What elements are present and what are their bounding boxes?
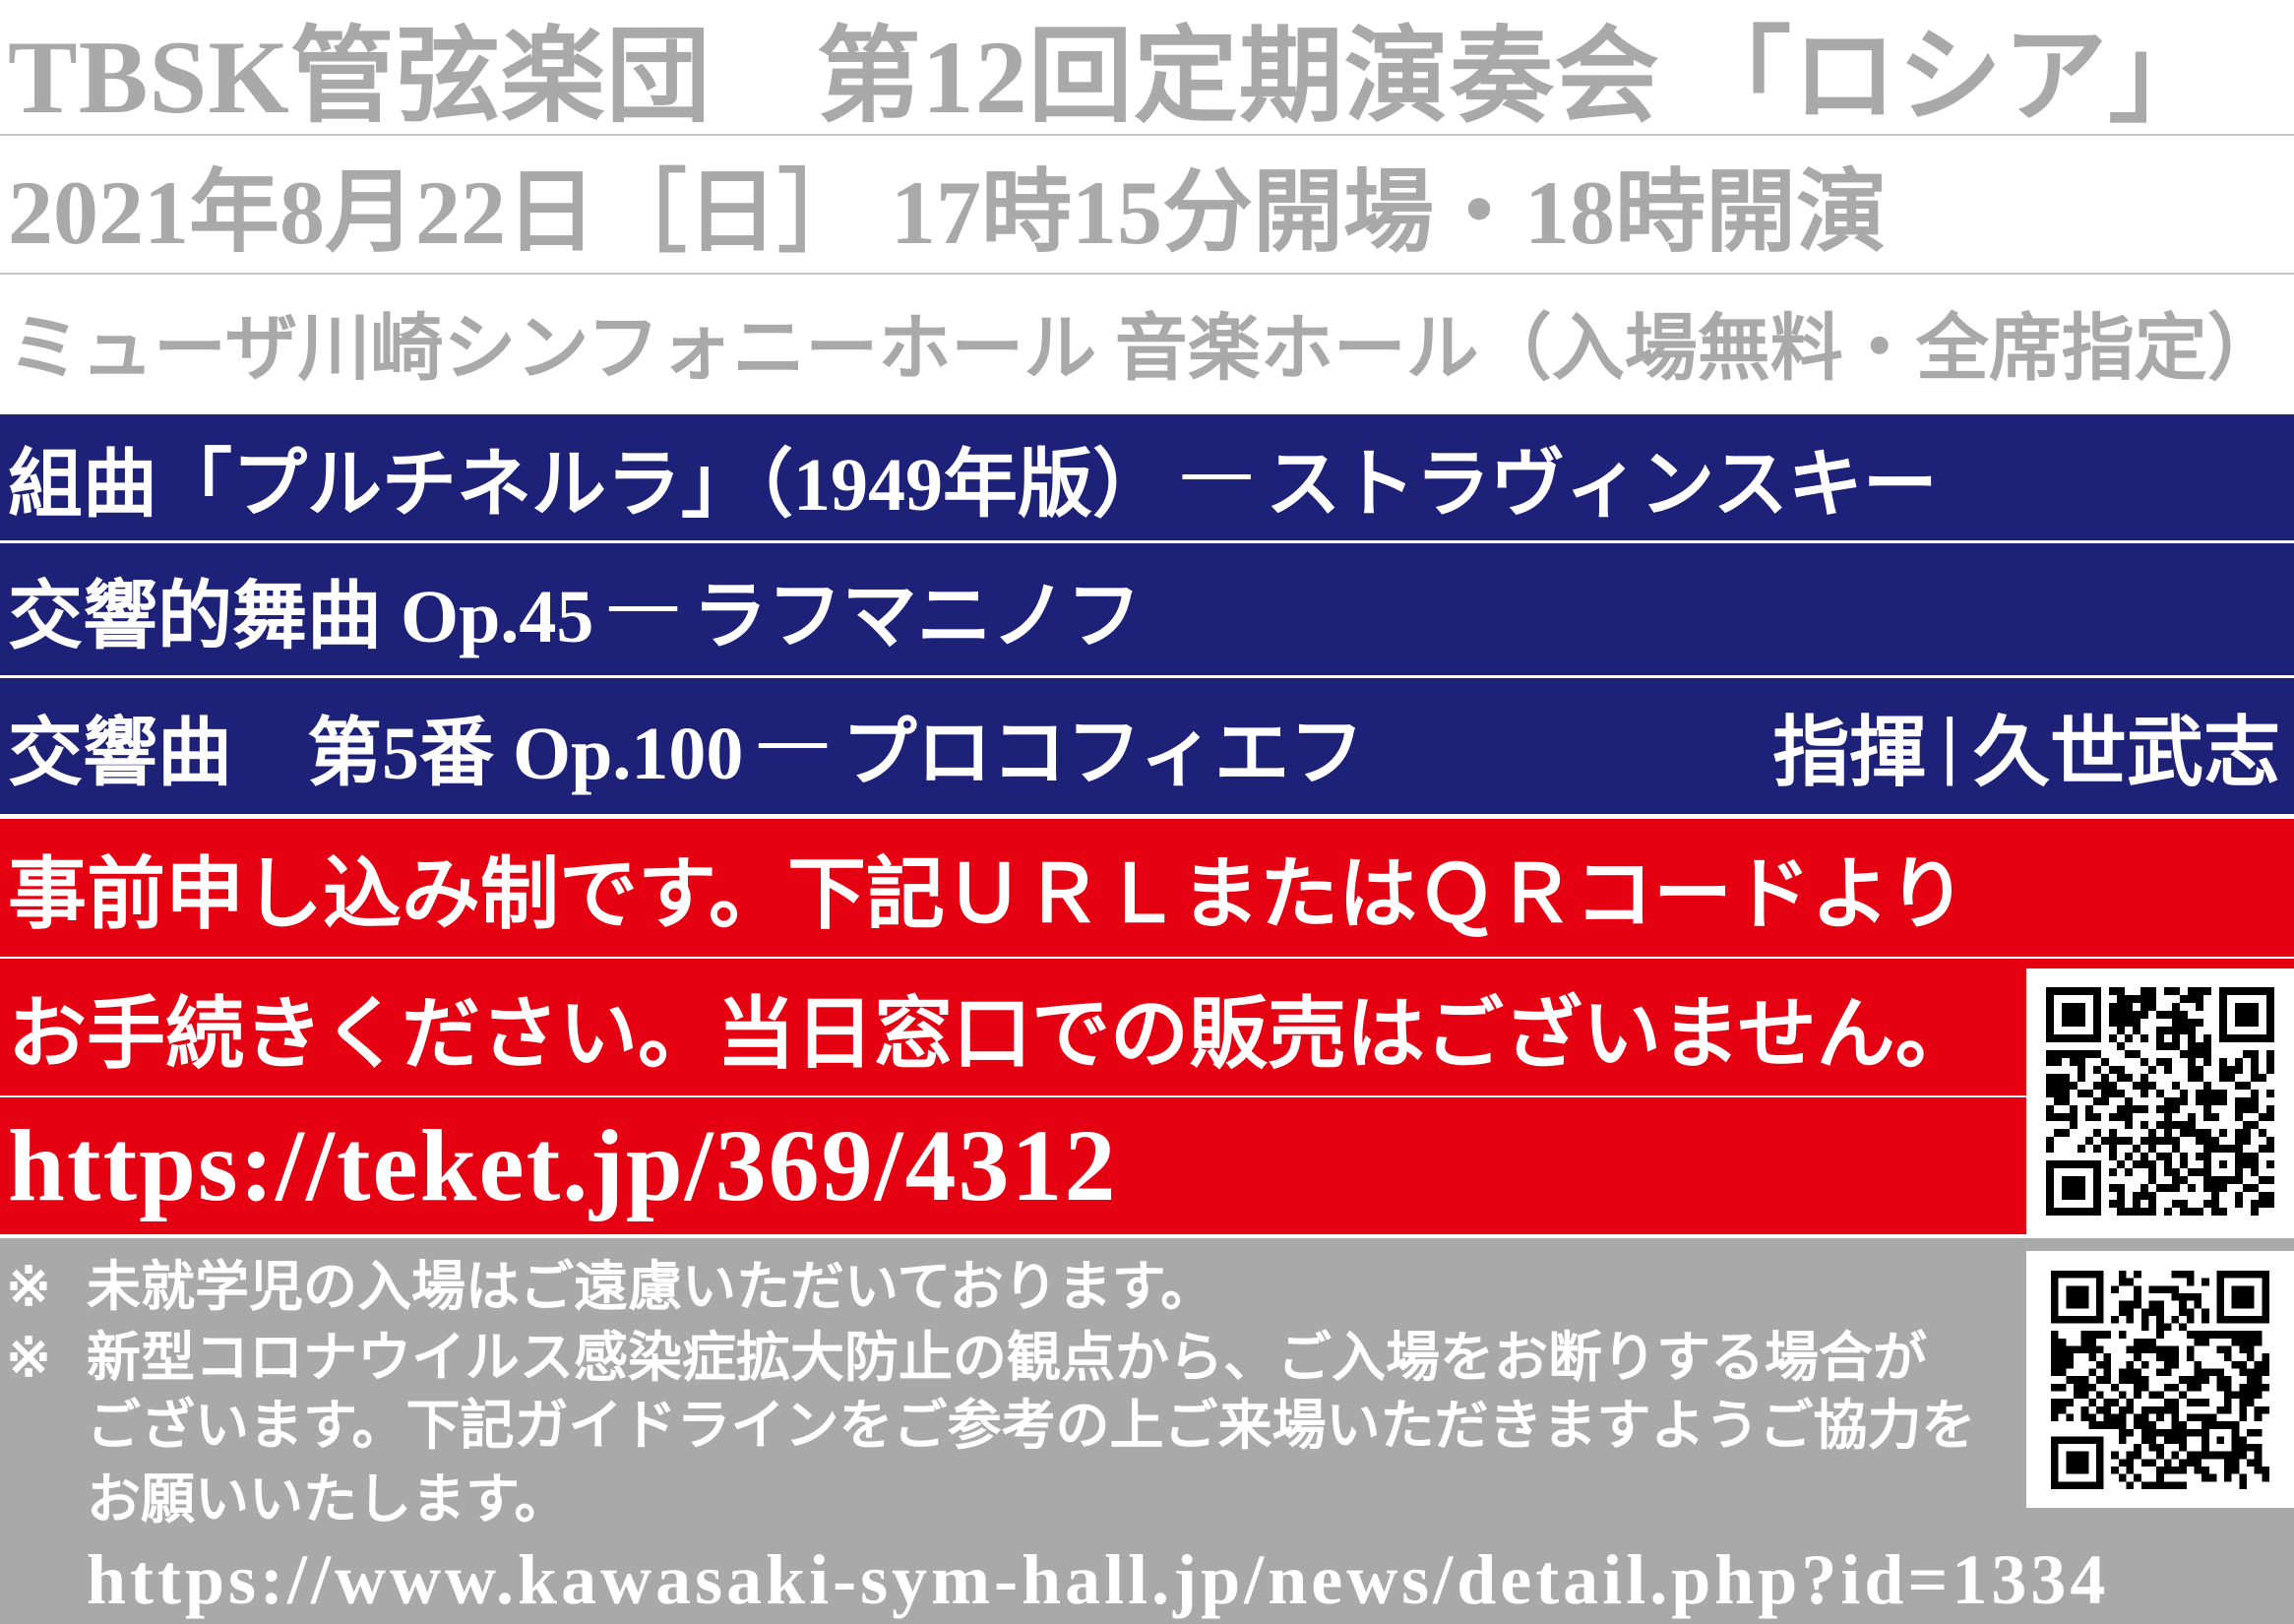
program-row: 交響的舞曲 Op.45 ── ラフマニノフ: [0, 543, 2294, 675]
note-item: ※ 未就学児の入場はご遠慮いただいております。: [6, 1252, 2018, 1323]
note-text: ございます。下記ガイドラインをご参考の上ご来場いただきますようご協力を: [87, 1396, 1976, 1456]
ticket-notice-text: お手続きください。当日窓口での販売はございません。: [8, 991, 1974, 1079]
program-row: 組曲「プルチネルラ」（1949年版） ── ストラヴィンスキー: [0, 414, 2294, 540]
note-text: 未就学児の入場はご遠慮いただいております。: [87, 1257, 1215, 1317]
note-continuation: ございます。下記ガイドラインをご参考の上ご来場いただきますようご協力を: [6, 1391, 2018, 1462]
work-title: 交響曲 第5番 Op.100: [8, 713, 744, 795]
work-title: 交響的舞曲 Op.45: [8, 576, 594, 658]
conductor-label: 指揮: [1772, 710, 1927, 795]
concert-title: TBSK管弦楽団 第12回定期演奏会 「ロシア」: [8, 20, 2214, 134]
qr-modules: [2051, 1271, 2269, 1489]
concert-datetime: 2021年8月22日［日］ 17時15分開場・18時開演: [8, 162, 1887, 263]
conductor-name: 久世武志: [1972, 710, 2280, 795]
note-text: お願いいたします。: [87, 1469, 569, 1530]
concert-venue: ミューザ川崎シンフォニーホール 音楽ホール（入場無料・全席指定）: [8, 309, 2280, 390]
ticket-notice-line: 事前申し込み制です。下記ＵＲＬまたはＱＲコードより: [0, 819, 2294, 957]
ticket-url: https://teket.jp/369/4312: [8, 1109, 1118, 1222]
guideline-qr-box: [2026, 1251, 2294, 1508]
note-text: 新型コロナウイルス感染症拡大防止の観点から、ご入場をお断りする場合が: [87, 1328, 1928, 1388]
note-item: ※ 新型コロナウイルス感染症拡大防止の観点から、ご入場をお断りする場合が: [6, 1323, 2018, 1394]
note-mark: ※: [6, 1257, 52, 1317]
dash-separator: ──: [1183, 443, 1250, 512]
work-title: 組曲「プルチネルラ」（1949年版）: [8, 444, 1167, 527]
conductor-separator: |: [1938, 706, 1961, 786]
dash-separator: ──: [609, 575, 676, 644]
guideline-url: https://www.kawasaki-sym-hall.jp/news/de…: [87, 1540, 2110, 1619]
composer-name: ラフマニノフ: [692, 576, 1142, 658]
qr-code-icon: [2046, 987, 2274, 1216]
composer-name: ストラヴィンスキー: [1266, 444, 1938, 527]
dash-separator: ──: [759, 712, 826, 781]
qr-modules: [2046, 987, 2274, 1216]
ticket-notice-text: 事前申し込み制です。下記ＵＲＬまたはＱＲコードより: [8, 852, 1967, 939]
ticket-qr-box: [2026, 968, 2294, 1234]
qr-code-icon: [2051, 1271, 2269, 1489]
notes-section: ※ 未就学児の入場はご遠慮いただいております。 ※ 新型コロナウイルス感染症拡大防止…: [0, 1238, 2294, 1624]
ticket-url-row: https://teket.jp/369/4312: [0, 1097, 2294, 1234]
ticket-notice-line: お手続きください。当日窓口での販売はございません。: [0, 959, 2294, 1095]
note-continuation: お願いいたします。: [6, 1465, 2018, 1535]
composer-name: プロコフィエフ: [841, 713, 1365, 795]
conductor-credit: 指揮 | 久世武志: [1772, 678, 2280, 814]
program-row: 交響曲 第5番 Op.100 ── プロコフィエフ 指揮 | 久世武志: [0, 678, 2294, 814]
note-mark: ※: [6, 1328, 52, 1388]
